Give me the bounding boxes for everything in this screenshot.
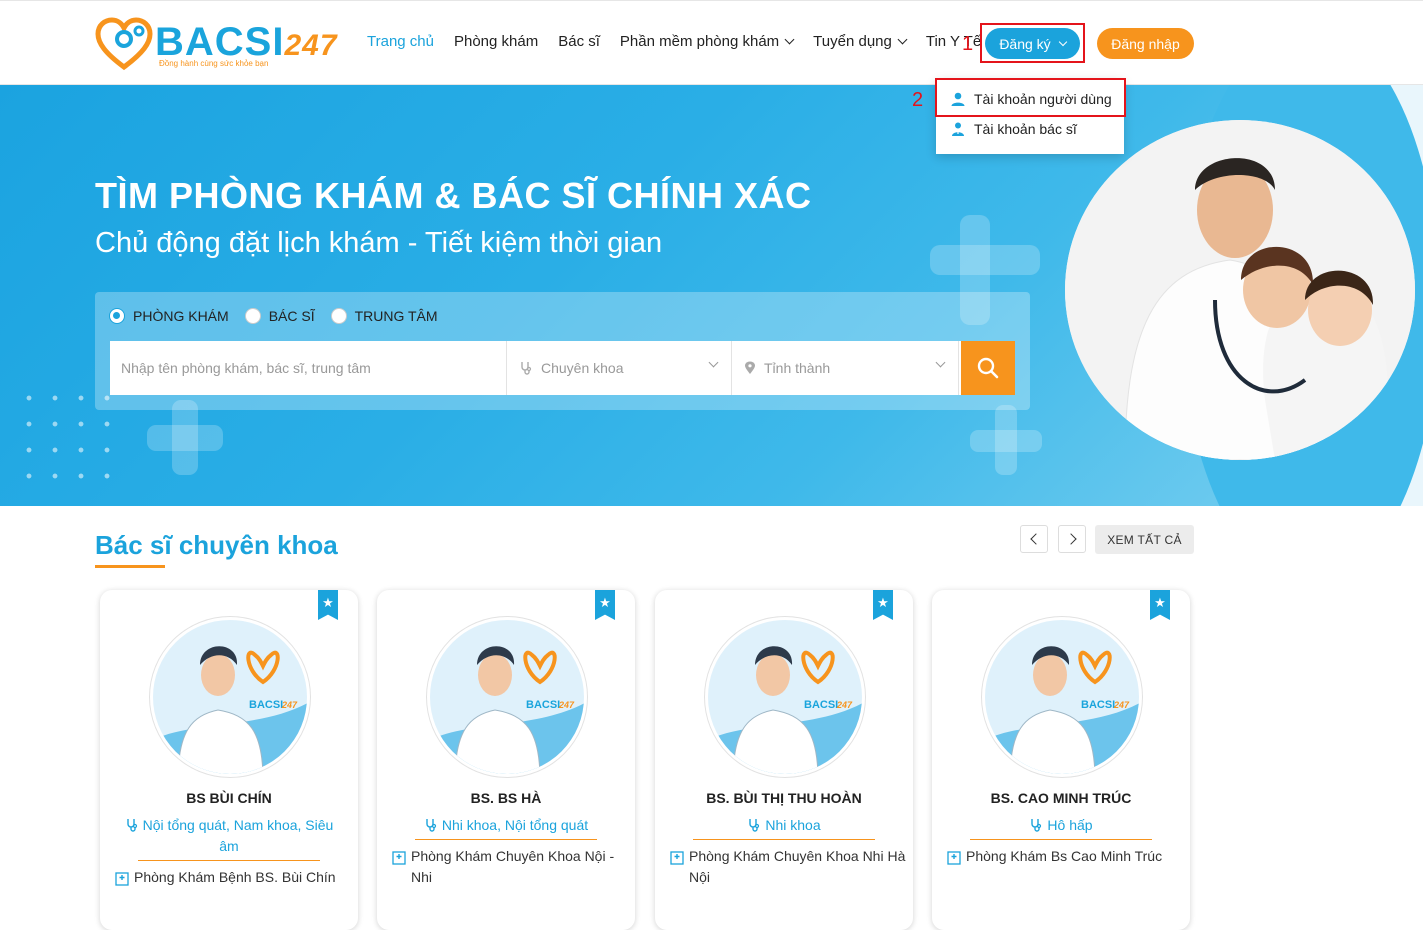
doctor-card[interactable]: ★ BACSI 247 BS. BÙI THỊ THU HOÀN Nhi khoa Phò… — [655, 590, 913, 930]
doctor-clinic: Phòng Khám Bs Cao Minh Trúc — [946, 846, 1184, 867]
next-button[interactable] — [1058, 525, 1086, 553]
specialty-select[interactable]: Chuyên khoa — [507, 341, 732, 395]
doctor-avatar: BACSI 247 — [982, 617, 1142, 777]
cross-decoration — [970, 430, 1042, 452]
chevron-down-icon — [897, 34, 908, 45]
site-header: BACSI247 Đồng hành cùng sức khỏe bạn Tra… — [0, 0, 1423, 85]
doctor-avatar: BACSI 247 — [427, 617, 587, 777]
nav-bac-si[interactable]: Bác sĩ — [558, 33, 600, 50]
stethoscope-icon — [521, 362, 532, 375]
cross-decoration — [147, 425, 223, 451]
search-panel: PHÒNG KHÁM BÁC SĨ TRUNG TÂM Nhập tên phò… — [95, 292, 1030, 410]
province-select[interactable]: Tỉnh thành — [732, 341, 959, 395]
doctor-specialty: Hô hấp — [946, 815, 1176, 836]
search-type-radios: PHÒNG KHÁM BÁC SĨ TRUNG TÂM — [109, 308, 454, 324]
annotation-step-1: 1 — [962, 33, 974, 55]
doctor-specialty: Nội tổng quát, Nam khoa, Siêu âm — [114, 815, 344, 857]
nav-phong-kham[interactable]: Phòng khám — [454, 33, 538, 50]
svg-text:247: 247 — [836, 700, 853, 710]
svg-text:247: 247 — [1113, 700, 1130, 710]
radio-bac-si[interactable]: BÁC SĨ — [244, 308, 315, 324]
svg-text:247: 247 — [558, 700, 575, 710]
login-button[interactable]: Đăng nhập — [1097, 28, 1194, 59]
doctor-specialty: Nhi khoa, Nội tổng quát — [391, 815, 621, 836]
nav-tuyen-dung[interactable]: Tuyển dụng — [813, 33, 908, 50]
doctor-clinic: Phòng Khám Bệnh BS. Bùi Chín — [114, 867, 352, 888]
prev-button[interactable] — [1020, 525, 1048, 553]
stethoscope-icon — [126, 819, 137, 832]
hero-subtitle: Chủ động đặt lịch khám - Tiết kiệm thời … — [95, 227, 663, 259]
doctor-name: BS. BÙI THỊ THU HOÀN — [706, 790, 862, 806]
annotation-step-2: 2 — [912, 89, 924, 111]
hospital-icon — [392, 851, 406, 865]
logo-slogan: Đồng hành cùng sức khỏe bạn — [159, 59, 269, 68]
stethoscope-icon — [1031, 819, 1042, 832]
section-underline — [95, 565, 165, 568]
stethoscope-icon — [749, 819, 760, 832]
svg-text:BACSI: BACSI — [249, 699, 283, 711]
search-row: Nhập tên phòng khám, bác sĩ, trung tâm C… — [110, 341, 1015, 395]
doctor-clinic: Phòng Khám Chuyên Khoa Nội - Nhi — [391, 846, 629, 888]
doctor-avatar: BACSI 247 — [705, 617, 865, 777]
radio-trung-tam[interactable]: TRUNG TÂM — [330, 308, 438, 324]
search-button[interactable] — [961, 341, 1015, 395]
hospital-icon — [670, 851, 684, 865]
star-badge-icon: ★ — [1150, 590, 1170, 620]
doctor-name: BS. BS HÀ — [470, 790, 542, 806]
divider — [970, 839, 1152, 840]
hospital-icon — [947, 851, 961, 865]
star-badge-icon: ★ — [595, 590, 615, 620]
heart-logo-icon — [95, 17, 153, 71]
doctor-card[interactable]: ★ BACSI 247 BS. BS HÀ Nhi khoa, Nội tổng quá… — [377, 590, 635, 930]
chevron-down-icon — [784, 34, 795, 45]
annotation-box-1 — [980, 23, 1085, 63]
nav-trang-chu[interactable]: Trang chủ — [367, 33, 434, 50]
search-input[interactable]: Nhập tên phòng khám, bác sĩ, trung tâm — [110, 341, 507, 395]
doctor-name: BS BÙI CHÍN — [186, 790, 272, 806]
menu-item-doctor-account[interactable]: Tài khoản bác sĩ — [950, 121, 1077, 137]
nav-phan-mem[interactable]: Phần mềm phòng khám — [620, 33, 795, 50]
divider — [415, 839, 597, 840]
location-pin-icon — [745, 361, 755, 374]
hero-illustration — [1065, 120, 1415, 460]
divider — [138, 860, 320, 861]
chevron-down-icon — [708, 357, 719, 368]
section-title: Bác sĩ chuyên khoa — [95, 530, 338, 560]
chevron-right-icon — [1064, 533, 1077, 545]
hospital-icon — [115, 872, 129, 886]
doctor-clinic: Phòng Khám Chuyên Khoa Nhi Hà Nội — [669, 846, 907, 888]
chevron-down-icon — [935, 357, 946, 368]
svg-text:BACSI: BACSI — [1081, 699, 1115, 711]
svg-text:247: 247 — [281, 700, 298, 710]
view-all-button[interactable]: XEM TẤT CẢ — [1095, 525, 1194, 554]
brand-logo[interactable]: BACSI247 Đồng hành cùng sức khỏe bạn — [95, 17, 337, 73]
star-badge-icon: ★ — [873, 590, 893, 620]
doctor-family-photo — [1065, 120, 1415, 460]
annotation-box-2 — [935, 78, 1126, 117]
doctor-card[interactable]: ★ BACSI 247 BS. CAO MINH TRÚC Hô hấp Phòng Kh… — [932, 590, 1190, 930]
hero-title: TÌM PHÒNG KHÁM & BÁC SĨ CHÍNH XÁC — [95, 175, 812, 216]
doctor-icon — [952, 122, 964, 136]
doctor-specialty: Nhi khoa — [669, 815, 899, 836]
star-badge-icon: ★ — [318, 590, 338, 620]
main-nav: Trang chủ Phòng khám Bác sĩ Phần mềm phò… — [367, 33, 1001, 50]
doctor-avatar: BACSI 247 — [150, 617, 310, 777]
doctor-name: BS. CAO MINH TRÚC — [990, 790, 1132, 806]
stethoscope-icon — [426, 819, 436, 832]
chevron-left-icon — [1029, 533, 1042, 545]
hero-banner: TÌM PHÒNG KHÁM & BÁC SĨ CHÍNH XÁC Chủ độ… — [0, 85, 1423, 506]
radio-phong-kham[interactable]: PHÒNG KHÁM — [109, 308, 229, 324]
svg-text:BACSI: BACSI — [804, 699, 838, 711]
divider — [693, 839, 875, 840]
search-icon — [977, 357, 999, 379]
svg-text:BACSI: BACSI — [526, 699, 560, 711]
doctor-card[interactable]: ★ BACSI 247 BS BÙI CHÍN Nội tổng quát, Nam k… — [100, 590, 358, 930]
cross-decoration — [930, 245, 1040, 275]
